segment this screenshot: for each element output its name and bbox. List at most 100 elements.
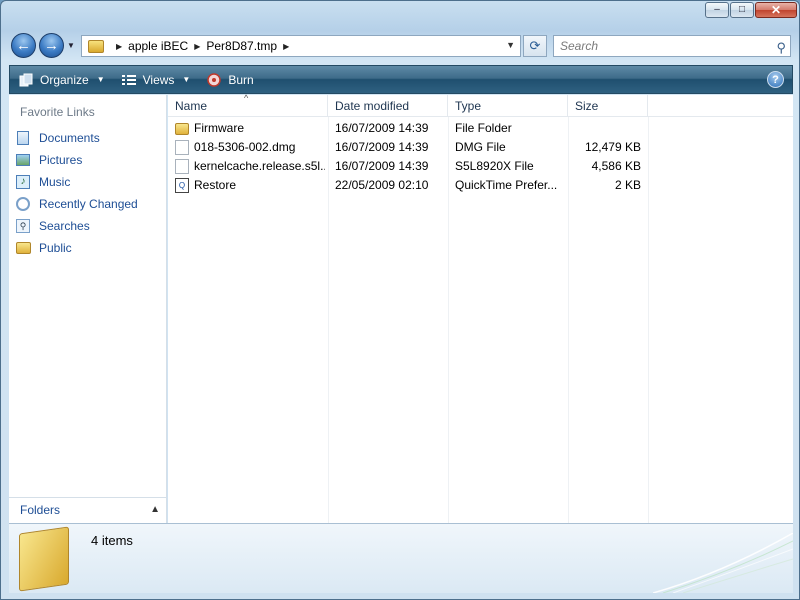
file-name: Firmware <box>194 121 244 135</box>
column-header-label: Name <box>175 99 208 113</box>
close-button[interactable]: ✕ <box>755 2 797 18</box>
file-row-restore[interactable]: Q Restore 22/05/2009 02:10 QuickTime Pre… <box>168 176 648 195</box>
back-button[interactable]: ← <box>11 33 36 58</box>
address-dropdown-icon[interactable]: ▼ <box>506 40 515 50</box>
sort-ascending-icon: ^ <box>244 93 249 103</box>
column-header-row: Name ^ Date modified Type Size <box>168 93 793 117</box>
organize-label: Organize <box>40 72 89 87</box>
file-type: QuickTime Prefer... <box>455 178 558 192</box>
file-row-dmg[interactable]: 018-5306-002.dmg 16/07/2009 14:39 DMG Fi… <box>168 138 648 157</box>
folder-icon <box>175 122 189 135</box>
file-size: 4,586 KB <box>591 159 641 173</box>
file-icon <box>175 140 189 155</box>
file-date: 22/05/2009 02:10 <box>335 178 429 192</box>
folders-label: Folders <box>20 503 61 517</box>
explorer-window: – □ ✕ ← → ▼ ▶ apple iBEC ▶ Per8D87.tmp ▶… <box>0 0 800 600</box>
nav-item-label: Documents <box>39 131 100 145</box>
file-list: Name ^ Date modified Type Size Firmware … <box>168 93 793 523</box>
file-size: 2 KB <box>614 178 641 192</box>
file-row-kernelcache[interactable]: kernelcache.release.s5l... 16/07/2009 14… <box>168 157 648 176</box>
caption-buttons: – □ ✕ <box>704 2 797 18</box>
nav-item-label: Music <box>39 175 71 189</box>
column-header-type[interactable]: Type <box>448 95 568 117</box>
file-type: S5L8920X File <box>455 159 534 173</box>
breadcrumb-per8d87[interactable]: Per8D87.tmp <box>206 39 277 53</box>
column-header-label: Date modified <box>335 99 410 113</box>
nav-item-searches[interactable]: ⚲ Searches <box>15 215 138 237</box>
minimize-button[interactable]: – <box>705 2 729 18</box>
organize-icon <box>18 73 34 87</box>
help-button[interactable]: ? <box>767 71 784 88</box>
breadcrumb-apple-ibec[interactable]: apple iBEC <box>128 39 188 53</box>
views-label: Views <box>142 72 175 87</box>
breadcrumb-chevron-icon[interactable]: ▶ <box>283 42 289 51</box>
title-bar: – □ ✕ <box>1 1 799 29</box>
address-bar[interactable]: ▶ apple iBEC ▶ Per8D87.tmp ▶ ▼ <box>81 35 521 57</box>
breadcrumb-chevron-icon[interactable]: ▶ <box>116 42 122 51</box>
file-date: 16/07/2009 14:39 <box>335 121 429 135</box>
chevron-down-icon: ▼ <box>96 75 105 84</box>
file-icon <box>175 159 189 174</box>
forward-arrow-icon: → <box>44 37 59 54</box>
column-header-label: Size <box>575 99 599 113</box>
refresh-button[interactable]: ⟳ <box>523 35 547 57</box>
nav-item-pictures[interactable]: Pictures <box>15 149 138 171</box>
item-count: 4 items <box>91 533 133 548</box>
file-type: File Folder <box>455 121 512 135</box>
file-name-cell: 018-5306-002.dmg <box>175 138 325 157</box>
file-size <box>568 119 641 138</box>
burn-button[interactable]: Burn <box>206 72 254 87</box>
breadcrumb-chevron-icon[interactable]: ▶ <box>194 42 200 51</box>
search-input[interactable]: Search ⚲ <box>553 35 791 57</box>
views-icon <box>121 73 137 87</box>
favorite-links-heading: Favorite Links <box>20 105 95 119</box>
file-name-cell: kernelcache.release.s5l... <box>175 157 325 176</box>
file-name-cell: Firmware <box>175 119 325 138</box>
music-icon: ♪ <box>15 174 31 190</box>
file-size: 12,479 KB <box>584 140 641 154</box>
column-header-name[interactable]: Name ^ <box>168 93 328 117</box>
back-arrow-icon: ← <box>16 37 31 54</box>
favorite-links-list: Documents Pictures ♪ Music Recently Chan… <box>15 127 138 259</box>
nav-item-recently-changed[interactable]: Recently Changed <box>15 193 138 215</box>
column-header-size[interactable]: Size <box>568 95 648 117</box>
file-date: 16/07/2009 14:39 <box>335 140 429 154</box>
nav-item-documents[interactable]: Documents <box>15 127 138 149</box>
recently-changed-icon <box>15 196 31 212</box>
recent-pages-dropdown[interactable]: ▼ <box>67 41 75 50</box>
burn-icon <box>206 72 222 87</box>
details-pane: 4 items <box>9 523 793 593</box>
folder-icon <box>15 240 31 256</box>
nav-item-label: Pictures <box>39 153 83 167</box>
column-header-date-modified[interactable]: Date modified <box>328 95 448 117</box>
nav-item-label: Public <box>39 241 72 255</box>
chevron-up-icon: ▲ <box>150 504 160 515</box>
file-row-firmware[interactable]: Firmware 16/07/2009 14:39 File Folder <box>168 119 648 138</box>
nav-item-label: Searches <box>39 219 90 233</box>
refresh-icon: ⟳ <box>529 38 541 53</box>
nav-item-public[interactable]: Public <box>15 237 138 259</box>
organize-button[interactable]: Organize ▼ <box>18 73 105 87</box>
documents-icon <box>15 130 31 146</box>
column-header-label: Type <box>455 99 482 113</box>
folders-toggle[interactable]: Folders ▲ <box>9 497 166 523</box>
views-button[interactable]: Views ▼ <box>121 72 190 87</box>
forward-button[interactable]: → <box>39 33 64 58</box>
file-name: 018-5306-002.dmg <box>194 140 296 154</box>
nav-item-music[interactable]: ♪ Music <box>15 171 138 193</box>
folder-icon <box>19 526 69 592</box>
nav-item-label: Recently Changed <box>39 197 138 211</box>
file-name: Restore <box>194 178 237 192</box>
pictures-icon <box>15 152 31 168</box>
folder-icon <box>88 39 104 53</box>
burn-label: Burn <box>228 72 254 87</box>
search-placeholder: Search <box>560 39 599 53</box>
address-row: ← → ▼ ▶ apple iBEC ▶ Per8D87.tmp ▶ ▼ ⟳ S… <box>1 31 799 61</box>
file-date: 16/07/2009 14:39 <box>335 159 429 173</box>
searches-icon: ⚲ <box>15 218 31 234</box>
search-icon[interactable]: ⚲ <box>776 38 786 58</box>
file-name-cell: Q Restore <box>175 176 325 195</box>
maximize-button[interactable]: □ <box>730 2 754 18</box>
restore-icon: Q <box>175 178 189 193</box>
command-toolbar: Organize ▼ Views ▼ Burn ? <box>9 65 793 94</box>
